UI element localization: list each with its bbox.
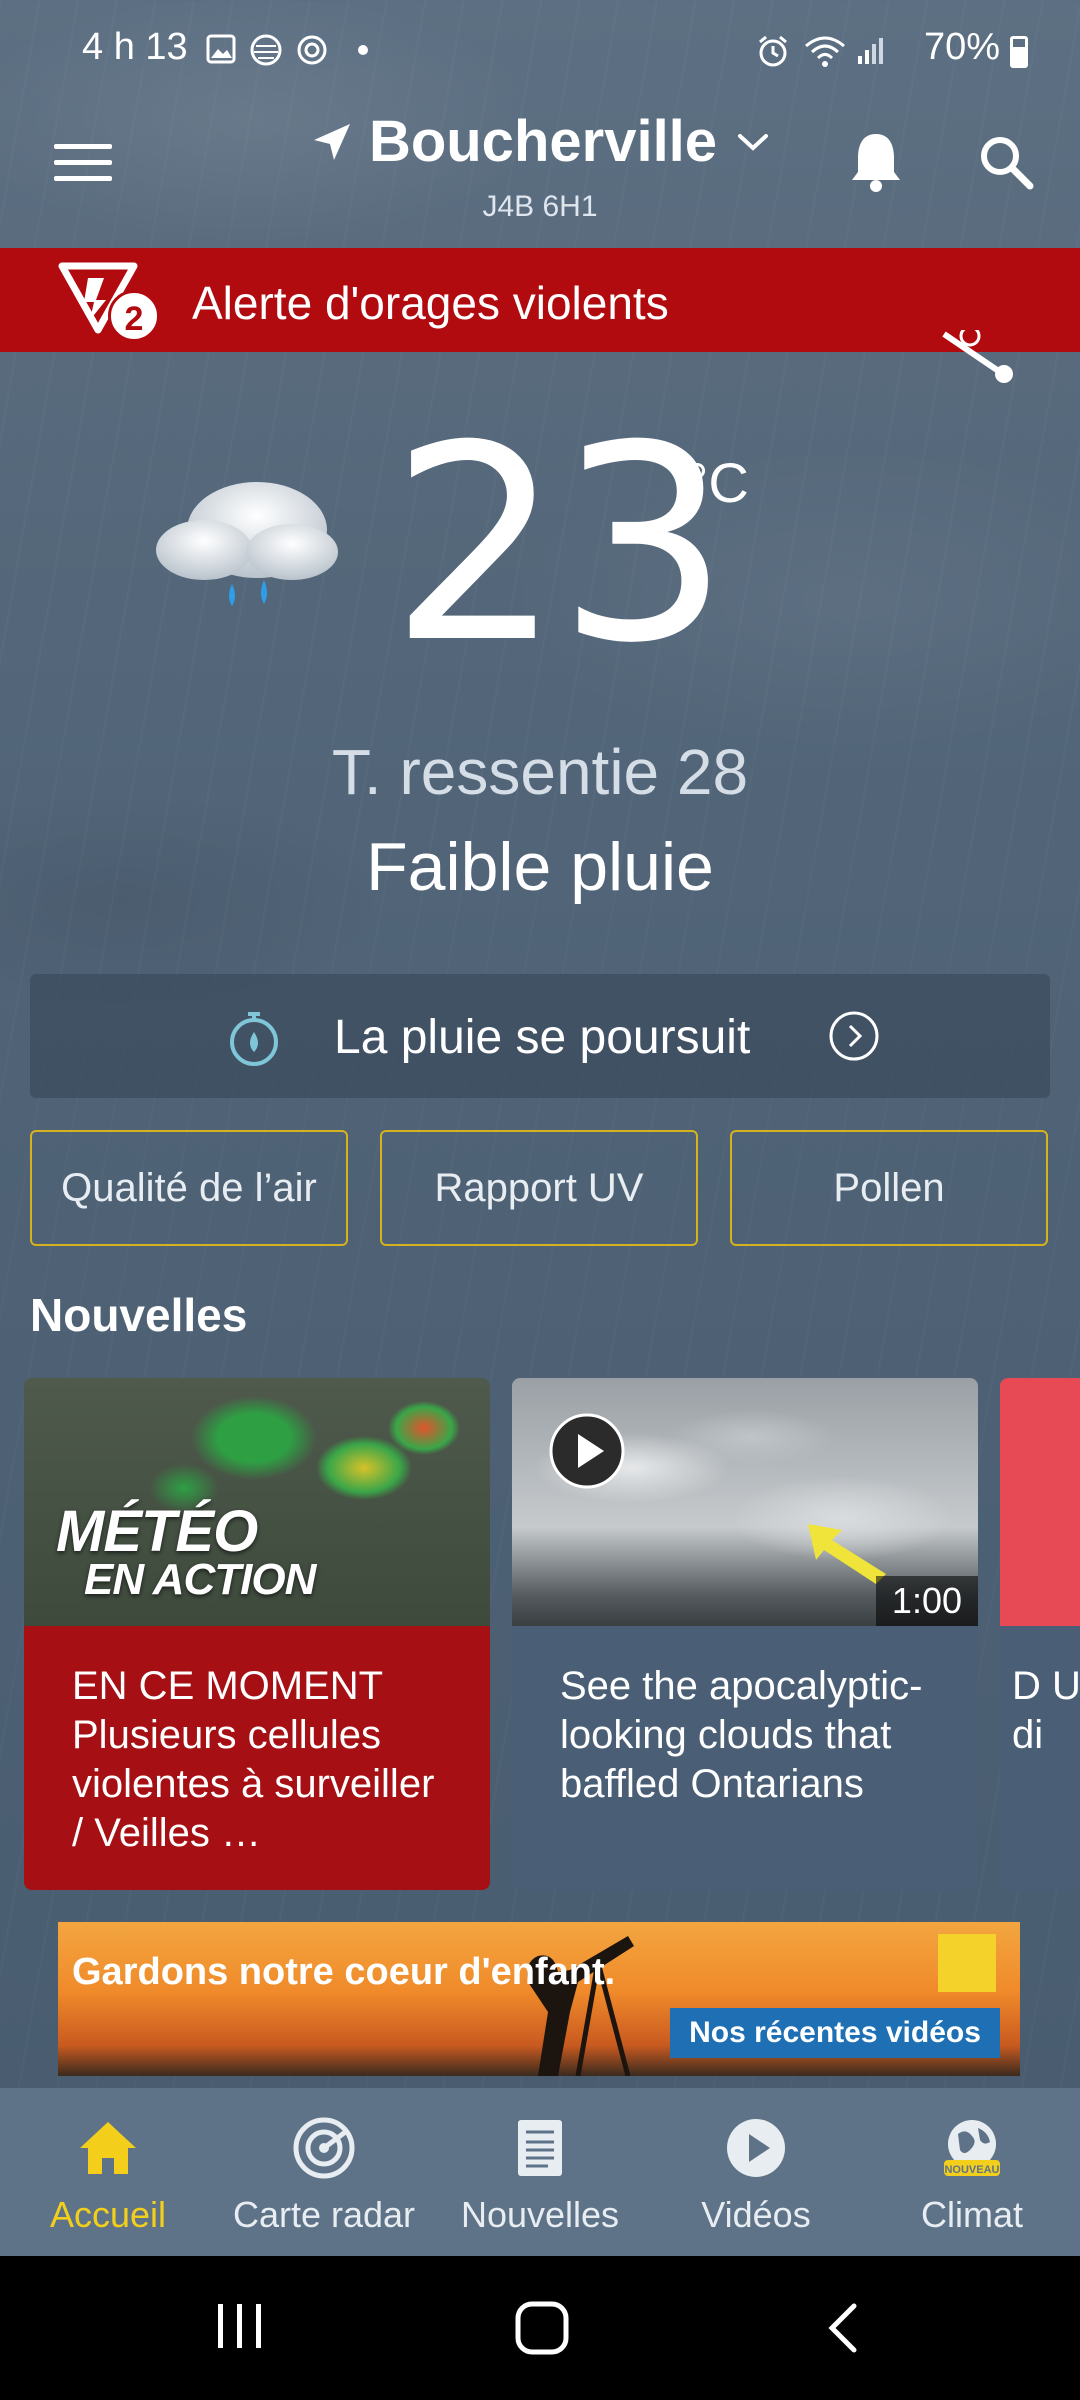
system-navigation-bar	[0, 2256, 1080, 2400]
chevron-down-icon	[737, 133, 768, 151]
image-icon	[206, 34, 236, 64]
location-arrow-icon	[314, 123, 351, 160]
nav-videos[interactable]: Vidéos	[648, 2088, 864, 2256]
news-card[interactable]: D U di	[1000, 1378, 1080, 1890]
share-icon[interactable]	[940, 330, 1020, 386]
news-icon	[518, 2120, 562, 2176]
battery-percent: 70%	[923, 26, 1000, 68]
cloud-rain-icon	[156, 482, 338, 606]
video-duration: 1:00	[875, 1576, 978, 1626]
nav-carte-radar[interactable]: Carte radar	[216, 2088, 432, 2256]
location-selector[interactable]: Boucherville	[0, 108, 1080, 175]
app-header: Boucherville J4B 6H1	[0, 100, 1080, 240]
status-bar: 4 h 13 70%	[0, 22, 1080, 82]
back-icon[interactable]	[824, 2302, 864, 2354]
pollen-button[interactable]: Pollen	[730, 1130, 1048, 1246]
meteo-en-action-logo: MÉTÉO EN ACTION	[56, 1499, 316, 1604]
battery-icon	[1010, 36, 1028, 68]
uv-report-button[interactable]: Rapport UV	[380, 1130, 698, 1246]
play-icon	[549, 1413, 625, 1489]
precipitation-text: La pluie se poursuit	[334, 1011, 751, 1064]
alert-count-badge: 2	[108, 290, 160, 342]
air-quality-button[interactable]: Qualité de l’air	[30, 1130, 348, 1246]
condition-text: Faible pluie	[366, 829, 714, 905]
clouds-thumbnail: 1:00	[512, 1378, 978, 1626]
home-button-icon[interactable]	[514, 2300, 570, 2356]
nav-accueil[interactable]: Accueil	[0, 2088, 216, 2256]
news-section-title: Nouvelles	[30, 1289, 248, 1341]
home-icon	[80, 2122, 136, 2174]
ad-cta-button[interactable]: Nos récentes vidéos	[670, 2008, 1000, 2058]
bottom-navigation: Accueil Carte radar Nouvelles Vidéos NOU…	[0, 2088, 1080, 2256]
alarm-icon	[759, 35, 787, 67]
status-time: 4 h 13	[82, 26, 188, 68]
news-card[interactable]: 1:00 See the apocalyptic-looking clouds …	[512, 1378, 978, 1890]
postal-code: J4B 6H1	[482, 190, 598, 223]
target-icon	[297, 35, 327, 65]
signal-icon	[858, 38, 883, 64]
play-icon	[727, 2119, 785, 2177]
temperature-unit: °C	[686, 451, 749, 514]
radar-icon	[293, 2117, 355, 2179]
nav-climat[interactable]: NOUVEAU Climat	[864, 2088, 1080, 2256]
alert-text: Alerte d'orages violents	[192, 277, 669, 329]
telescope-silhouette	[527, 1936, 634, 2076]
weather-network-logo	[938, 1934, 996, 1992]
search-icon[interactable]	[978, 134, 1034, 190]
recent-apps-icon[interactable]	[214, 2300, 266, 2352]
bell-icon[interactable]	[848, 130, 904, 194]
severe-weather-alert[interactable]: 2 Alerte d'orages violents	[0, 248, 1080, 352]
feels-like: T. ressentie 28	[331, 736, 749, 808]
dot-icon	[358, 45, 368, 55]
chevron-right-icon	[829, 1011, 879, 1061]
news-card-text: EN CE MOMENT Plusieurs cellules violente…	[24, 1626, 490, 1890]
ad-text: Gardons notre coeur d'enfant.	[72, 1951, 616, 1993]
precipitation-banner[interactable]: La pluie se poursuit	[30, 974, 1050, 1098]
news-card[interactable]: MÉTÉO EN ACTION EN CE MOMENT Plusieurs c…	[24, 1378, 490, 1890]
stopwatch-icon	[230, 1012, 278, 1066]
new-badge: NOUVEAU	[944, 2164, 1000, 2176]
nav-nouvelles[interactable]: Nouvelles	[432, 2088, 648, 2256]
city-name: Boucherville	[368, 109, 718, 174]
ad-banner[interactable]: Gardons notre coeur d'enfant. Nos récent…	[58, 1922, 1020, 2076]
current-temperature: 23	[390, 387, 730, 702]
wifi-icon	[805, 36, 845, 67]
radar-thumbnail: MÉTÉO EN ACTION	[24, 1378, 490, 1626]
news-thumbnail	[1000, 1378, 1080, 1626]
news-card-text: D U di	[1000, 1626, 1080, 1890]
app-icon	[250, 34, 282, 66]
news-card-text: See the apocalyptic-looking clouds that …	[512, 1626, 978, 1890]
